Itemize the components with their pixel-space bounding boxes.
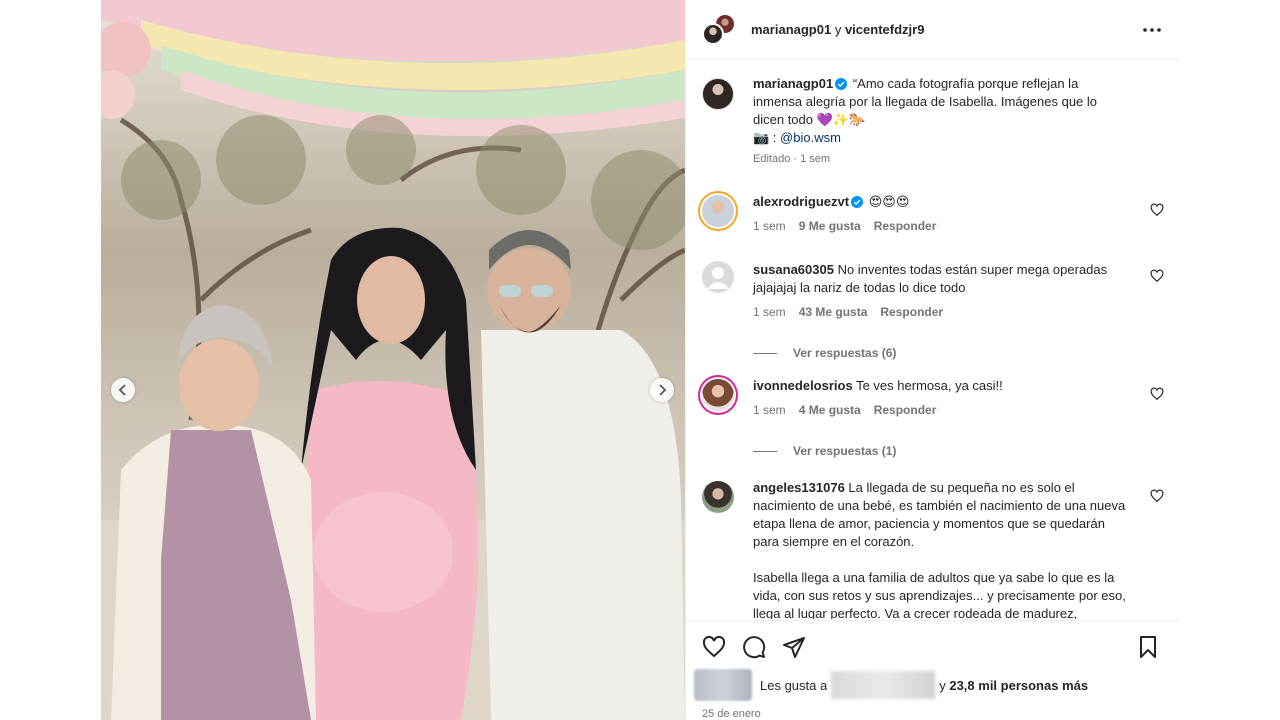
chevron-right-icon [659,384,667,396]
avatar[interactable] [702,22,724,45]
comment: alexrodriguezvt 😍😍😍 1 sem 9 Me gusta Res… [702,193,1164,233]
username-link[interactable]: alexrodriguezvt [753,194,849,209]
comment-text: alexrodriguezvt 😍😍😍 [753,193,1130,211]
next-photo-button[interactable] [650,378,674,402]
heart-icon[interactable] [1150,269,1164,283]
username-link[interactable]: marianagp01 [753,76,833,91]
likes-count[interactable]: 23,8 mil personas más [949,678,1088,693]
view-replies-label: Ver respuestas (1) [793,444,897,458]
likes-count-link[interactable]: 4 Me gusta [799,403,861,417]
username-link[interactable]: ivonnedelosrios [753,378,853,393]
send-icon[interactable] [782,635,806,659]
replies-line [753,352,777,354]
heart-icon[interactable] [1150,387,1164,401]
likes-count-link[interactable]: 43 Me gusta [799,305,868,319]
timestamp: 1 sem [753,305,786,319]
bookmark-icon[interactable] [1136,635,1160,659]
comment-text: ivonnedelosrios Te ves hermosa, ya casi!… [753,377,1130,395]
caption: marianagp01 “Amo cada fotografía porque … [702,75,1164,165]
reply-button[interactable]: Responder [880,305,943,319]
post-details-panel: marianagp01 y vicentefdzjr9 marianagp01 … [685,0,1180,720]
username-link[interactable]: susana60305 [753,262,834,277]
timestamp: 1 sem [800,153,831,165]
comment-text: angeles131076 La llegada de su pequeña n… [753,479,1130,619]
heart-icon[interactable] [702,635,726,659]
comment-meta: 1 sem 9 Me gusta Responder [753,219,1164,233]
more-horizontal-icon [1143,27,1161,32]
photo-illustration [101,0,685,720]
likes-count-link[interactable]: 9 Me gusta [799,219,861,233]
username-link[interactable]: vicentefdzjr9 [845,22,924,37]
comment-body: Te ves hermosa, ya casi!! [856,378,1003,393]
post-footer: Les gusta a y 23,8 mil personas más 25 d… [686,620,1180,720]
comment-meta: 1 sem 4 Me gusta Responder [753,403,1164,417]
chevron-left-icon [118,384,126,396]
and-word: y [834,22,842,37]
post-photo[interactable] [101,0,685,720]
comment: ivonnedelosrios Te ves hermosa, ya casi!… [702,377,1164,458]
liker-avatar[interactable] [694,669,752,701]
replies-line [753,450,777,452]
comment-body: 😍😍😍 [868,194,910,209]
view-replies-button[interactable]: Ver respuestas (6) [753,346,1164,360]
default-avatar-icon [707,267,729,289]
collab-usernames: marianagp01 y vicentefdzjr9 [751,22,1140,37]
view-replies-label: Ver respuestas (6) [793,346,897,360]
comment: susana60305 No inventes todas están supe… [702,261,1164,360]
verified-badge-icon [851,196,864,208]
collab-avatars[interactable] [702,12,736,47]
username-link[interactable]: marianagp01 [751,22,831,37]
view-replies-button[interactable]: Ver respuestas (1) [753,444,1164,458]
caption-text: marianagp01 “Amo cada fotografía porque … [753,75,1130,147]
heart-icon[interactable] [1150,489,1164,503]
heart-icon[interactable] [1150,203,1164,217]
post-header: marianagp01 y vicentefdzjr9 [686,0,1180,60]
comment-text: susana60305 No inventes todas están supe… [753,261,1130,297]
edited-label: Editado [753,153,791,165]
comment: angeles131076 La llegada de su pequeña n… [702,479,1164,619]
avatar[interactable] [702,78,734,110]
avatar[interactable] [702,379,734,411]
username-link[interactable]: angeles131076 [753,480,845,495]
comment-meta: 1 sem 43 Me gusta Responder [753,305,1164,319]
post-date[interactable]: 25 de enero [702,708,761,720]
likes-summary[interactable]: Les gusta a y 23,8 mil personas más [694,669,1088,701]
likes-prefix: Les gusta a [760,677,828,693]
timestamp: 1 sem [753,403,786,417]
mention-link[interactable]: @bio.wsm [780,130,841,145]
liker-username[interactable] [831,671,936,699]
caption-meta: Editado · 1 sem [753,153,831,165]
comment-body-continued: Isabella llega a una familia de adultos … [753,570,1126,619]
action-bar [702,635,1164,659]
likes-and: y [939,677,946,693]
comment-icon[interactable] [742,635,766,659]
avatar[interactable] [702,195,734,227]
avatar[interactable] [702,481,734,513]
verified-badge-icon [835,78,848,90]
avatar[interactable] [702,261,734,293]
credit-prefix: 📷 : [753,130,781,145]
comments-scroll-area[interactable]: marianagp01 “Amo cada fotografía porque … [686,61,1180,619]
timestamp: 1 sem [753,219,786,233]
more-options-button[interactable] [1140,18,1164,42]
reply-button[interactable]: Responder [874,219,937,233]
reply-button[interactable]: Responder [874,403,937,417]
previous-photo-button[interactable] [111,378,135,402]
